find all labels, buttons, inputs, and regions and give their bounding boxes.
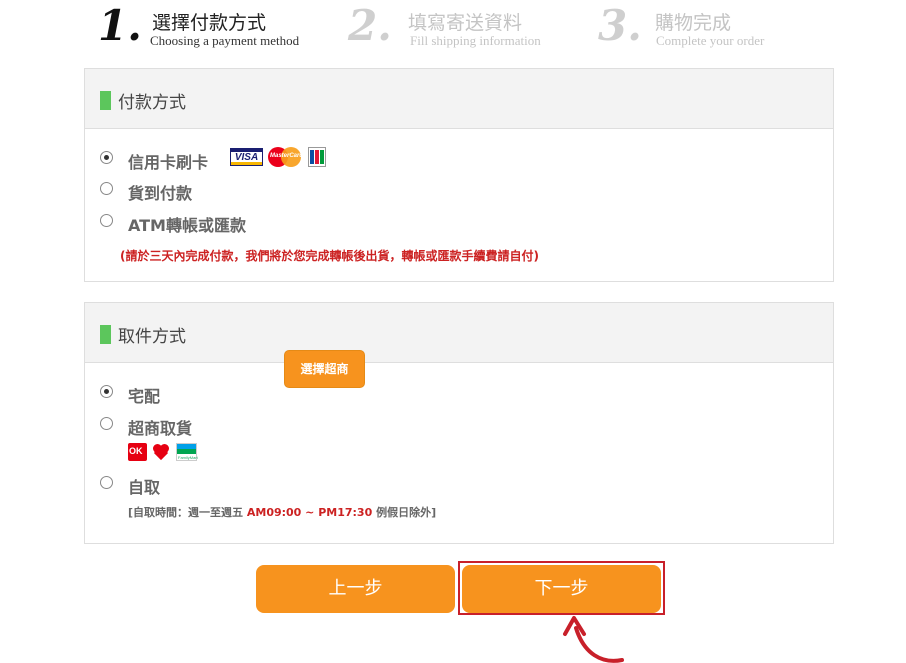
pickup-panel-header: 取件方式: [85, 303, 833, 363]
payment-option-label: 貨到付款: [128, 184, 193, 203]
pickup-option-label: 宅配: [128, 387, 161, 406]
payment-option-cod[interactable]: 貨到付款: [100, 180, 260, 203]
pickup-panel-title: 取件方式: [118, 327, 186, 347]
select-store-button[interactable]: 選擇超商: [284, 350, 365, 388]
pickup-option-label: 自取: [128, 478, 161, 497]
step-3-subtitle: Complete your order: [656, 33, 765, 48]
self-pickup-time: AM09:00 ~ PM17:30: [246, 506, 373, 519]
mastercard-icon: MasterCard: [268, 147, 303, 167]
next-button-highlight: [458, 561, 665, 615]
pickup-option-convenience-store[interactable]: 超商取貨: [100, 415, 260, 438]
self-pickup-note: [自取時間：週一至週五 AM09:00 ~ PM17:30 例假日除外]: [128, 504, 436, 520]
radio-atm[interactable]: [100, 214, 113, 227]
ok-mart-icon: OK: [128, 443, 147, 461]
pickup-option-label: 超商取貨: [128, 419, 193, 438]
pickup-option-delivery[interactable]: 宅配: [100, 383, 220, 406]
store-logos: OK FamilyMart: [128, 443, 203, 461]
familymart-icon: FamilyMart: [176, 443, 198, 461]
section-marker: [100, 91, 111, 110]
payment-option-credit-card[interactable]: 信用卡刷卡 VISA MasterCard: [100, 147, 400, 172]
hilife-icon: [152, 443, 171, 461]
radio-convenience-store[interactable]: [100, 417, 113, 430]
step-3-title: 購物完成: [655, 12, 732, 34]
radio-cod[interactable]: [100, 182, 113, 195]
payment-note: (請於三天內完成付款，我們將於您完成轉帳後出貨，轉帳或匯款手續費請自付): [120, 249, 539, 263]
self-pickup-note-suffix: 例假日除外]: [372, 506, 437, 519]
payment-panel-header: 付款方式: [85, 69, 833, 129]
payment-option-label: ATM轉帳或匯款: [128, 216, 246, 235]
section-marker: [100, 325, 111, 344]
step-3-number: 3.: [598, 1, 642, 50]
payment-panel-title: 付款方式: [118, 93, 186, 113]
step-1-subtitle: Choosing a payment method: [150, 33, 300, 48]
visa-icon: VISA: [230, 148, 263, 166]
jcb-icon: [308, 147, 326, 167]
step-2-title: 填寫寄送資料: [408, 12, 523, 34]
self-pickup-note-prefix: [自取時間：週一至週五: [128, 506, 247, 519]
step-1-title: 選擇付款方式: [152, 12, 267, 34]
payment-option-atm[interactable]: ATM轉帳或匯款: [100, 212, 300, 235]
checkout-steps: 1. 選擇付款方式 Choosing a payment method 2. 填…: [0, 0, 906, 56]
radio-credit-card[interactable]: [100, 151, 113, 164]
prev-step-button[interactable]: 上一步: [256, 565, 455, 613]
radio-self-pickup[interactable]: [100, 476, 113, 489]
radio-delivery[interactable]: [100, 385, 113, 398]
step-2-number: 2.: [348, 1, 392, 50]
payment-method-panel: 付款方式 信用卡刷卡 VISA MasterCard 貨到付款 ATM轉帳或匯款…: [84, 68, 834, 282]
step-2-subtitle: Fill shipping information: [410, 33, 541, 48]
step-1-number: 1.: [98, 1, 142, 50]
curved-arrow-icon: [563, 616, 624, 663]
pickup-method-panel: 取件方式 宅配 超商取貨 OK FamilyMart 選擇超商 自取 [自取時間…: [84, 302, 834, 544]
pickup-option-self[interactable]: 自取: [100, 474, 220, 497]
payment-option-label: 信用卡刷卡: [128, 153, 209, 172]
